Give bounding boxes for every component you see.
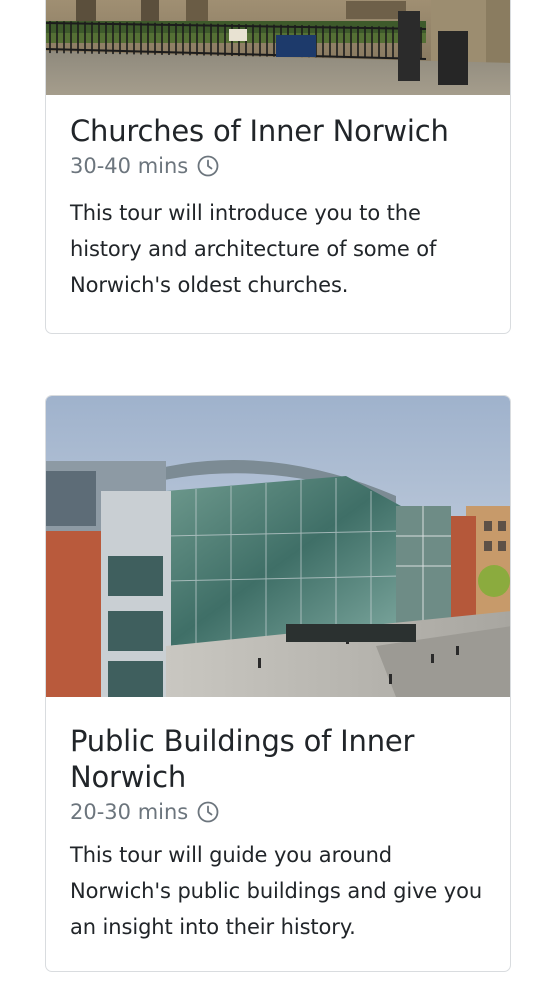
tour-card[interactable]: Public Buildings of Inner Norwich 20-30 … (45, 395, 511, 972)
duration-text: 20-30 mins (70, 800, 189, 824)
clock-icon (197, 801, 219, 823)
tour-title[interactable]: Churches of Inner Norwich (70, 95, 486, 149)
tour-duration: 30-40 mins (70, 151, 486, 181)
tour-title[interactable]: Public Buildings of Inner Norwich (70, 697, 486, 795)
duration-text: 30-40 mins (70, 154, 189, 178)
tour-list: Churches of Inner Norwich 30-40 mins Thi… (0, 0, 553, 999)
church-railings-photo (46, 0, 510, 95)
clock-icon (197, 155, 219, 177)
tour-image[interactable] (46, 396, 510, 697)
tour-image[interactable] (46, 0, 510, 95)
tour-description: This tour will guide you around Norwich'… (70, 843, 483, 939)
forum-glass-building-photo (46, 396, 510, 697)
tour-description: This tour will introduce you to the hist… (70, 201, 437, 297)
tour-duration: 20-30 mins (70, 797, 486, 827)
tour-card[interactable]: Churches of Inner Norwich 30-40 mins Thi… (45, 0, 511, 334)
